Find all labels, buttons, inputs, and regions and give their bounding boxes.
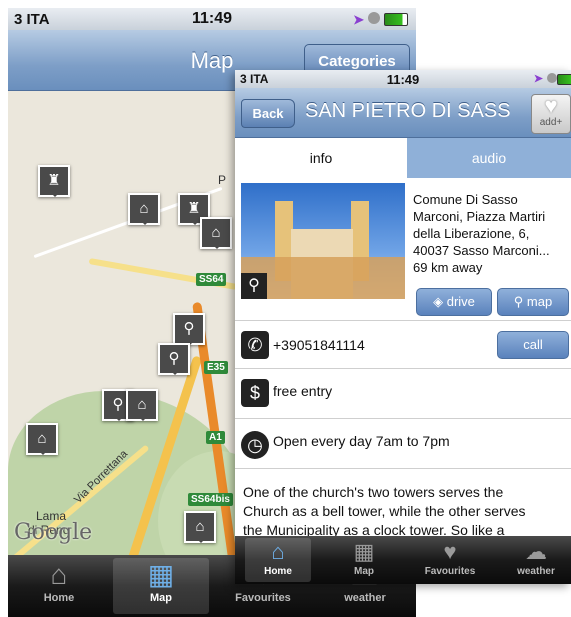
segment-control: info audio <box>235 138 571 178</box>
page-title: SAN PIETRO DI SASS... <box>305 100 511 122</box>
location-arrow-icon: ➤ <box>533 73 543 85</box>
drive-label: drive <box>446 294 475 309</box>
call-button[interactable]: call <box>497 331 569 359</box>
tab-label: weather <box>517 566 555 577</box>
address-block: Comune Di Sasso Marconi, Piazza Martiri … <box>413 191 550 276</box>
home-icon: ⌂ <box>271 539 285 564</box>
road-label-a1: A1 <box>206 431 225 444</box>
status-time: 11:49 <box>386 72 420 87</box>
back-button[interactable]: Back <box>241 99 295 128</box>
place-label-p: P <box>218 173 227 187</box>
status-bar: 3 ITA 11:49 ➤ <box>8 8 416 30</box>
detail-navbar: Back SAN PIETRO DI SASS... ♥ add+ <box>235 88 571 138</box>
alarm-icon <box>368 12 380 24</box>
detail-screen: 3 ITA 11:49 ➤ Back SAN PIETRO DI SASS...… <box>235 70 571 584</box>
tab-home[interactable]: ⌂ Home <box>245 538 311 582</box>
description-line: One of the church's two towers serves th… <box>243 484 504 500</box>
heart-icon: ♥ <box>544 93 558 118</box>
add-label: add+ <box>539 117 563 128</box>
hours-row: ◷ Open every day 7am to 7pm <box>235 418 571 469</box>
map-marker-museum[interactable]: ♜ <box>38 165 70 197</box>
dollar-icon: $ <box>241 379 269 407</box>
alarm-icon <box>547 73 557 83</box>
map-marker-church[interactable]: ⌂ <box>200 217 232 249</box>
drive-button[interactable]: ◈ drive <box>416 288 492 316</box>
tab-map[interactable]: ▦ Map <box>331 538 397 582</box>
map-marker-church[interactable]: ⌂ <box>184 511 216 543</box>
zoom-icon[interactable]: ⚲ <box>241 273 267 299</box>
map-marker-church[interactable]: ⌂ <box>26 423 58 455</box>
price-text: free entry <box>273 383 333 399</box>
map-label: map <box>526 294 553 309</box>
road-label-ss64bis: SS64bis <box>188 493 233 506</box>
tab-info[interactable]: info <box>235 138 407 178</box>
weather-icon: ☁ <box>525 539 547 564</box>
clock-icon: ◷ <box>241 431 269 459</box>
hours-text: Open every day 7am to 7pm <box>273 433 450 449</box>
address-line: della Liberazione, 6, <box>413 226 530 241</box>
tab-bar: ⌂ Home ▦ Map ♥ Favourites ☁ weather <box>235 536 571 584</box>
phone-number: +39051841114 <box>273 337 365 353</box>
phone-icon: ✆ <box>241 331 269 359</box>
map-marker-church[interactable]: ⌂ <box>128 193 160 225</box>
tab-label: Home <box>43 592 75 604</box>
tab-label: weather <box>344 592 386 604</box>
tab-label: Favourites <box>424 566 476 577</box>
price-row: $ free entry <box>235 368 571 419</box>
distance-text: 69 km away <box>413 260 483 275</box>
add-favourite-button[interactable]: ♥ add+ <box>531 94 571 134</box>
tab-label: Map <box>150 592 172 604</box>
heart-icon: ♥ <box>443 539 457 564</box>
map-marker-poi[interactable]: ⚲ <box>173 313 205 345</box>
description-text: One of the church's two towers serves th… <box>243 483 525 540</box>
google-logo: Google <box>14 520 93 545</box>
church-photo[interactable]: ⚲ <box>241 183 405 299</box>
tab-label: Favourites <box>235 592 291 604</box>
tab-favourites[interactable]: ♥ Favourites <box>417 538 483 582</box>
map-icon: ▦ <box>147 559 175 590</box>
description-row: One of the church's two towers serves th… <box>235 468 571 539</box>
phone-row: ✆ +39051841114 call <box>235 320 571 369</box>
map-button[interactable]: ⚲ map <box>497 288 569 316</box>
tab-weather[interactable]: ☁ weather <box>503 538 569 582</box>
location-arrow-icon: ➤ <box>353 12 364 27</box>
address-line: Marconi, Piazza Martiri <box>413 209 546 224</box>
home-icon: ⌂ <box>50 559 68 590</box>
road-label-e35: E35 <box>204 361 228 374</box>
battery-icon <box>384 13 408 26</box>
address-line: 40037 Sasso Marconi... <box>413 243 550 258</box>
tab-map[interactable]: ▦ Map <box>113 558 209 614</box>
directions-icon: ◈ <box>433 294 444 309</box>
tab-home[interactable]: ⌂ Home <box>11 558 107 614</box>
map-marker-church[interactable]: ⌂ <box>126 389 158 421</box>
status-bar: 3 ITA 11:49 ➤ <box>235 70 571 88</box>
pin-icon: ⚲ <box>513 294 524 309</box>
road-label-ss64: SS64 <box>196 273 227 286</box>
map-icon: ▦ <box>353 539 375 564</box>
map-marker-poi[interactable]: ⚲ <box>158 343 190 375</box>
address-line: Comune Di Sasso <box>413 192 518 207</box>
tab-label: Map <box>354 566 374 577</box>
tab-audio[interactable]: audio <box>407 138 571 178</box>
description-line: Church as a bell tower, while the other … <box>243 503 526 519</box>
tab-label: Home <box>264 566 292 577</box>
battery-icon <box>557 74 571 85</box>
